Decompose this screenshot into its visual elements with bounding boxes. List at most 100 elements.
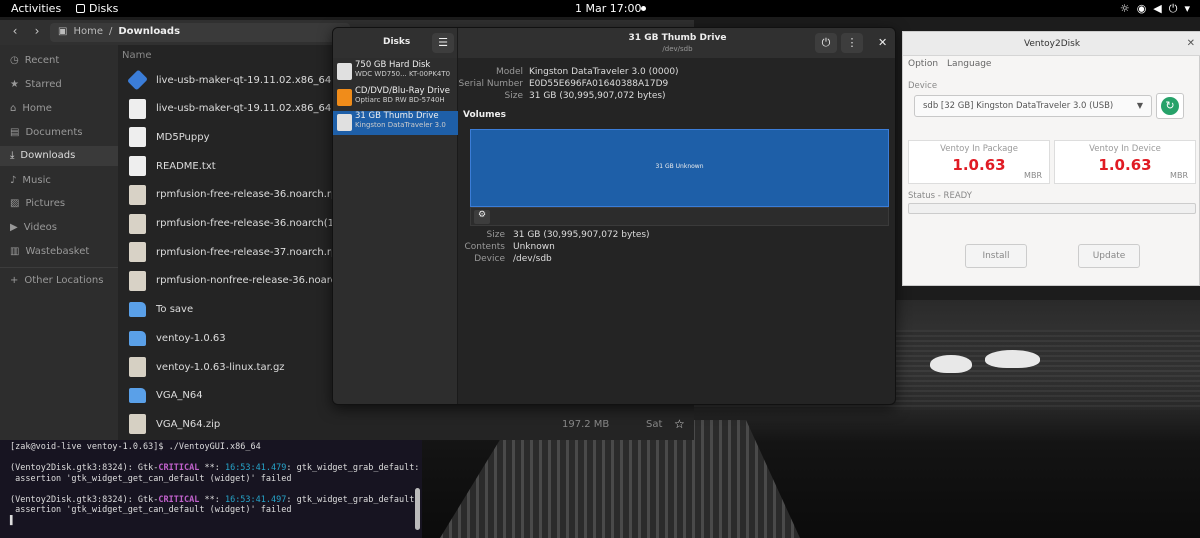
star-icon: ★ [10,79,19,90]
sidebar-item-pictures[interactable]: ▨ Pictures [10,198,65,209]
breadcrumb-home[interactable]: Home [73,26,103,39]
power-off-button[interactable]: ⏻ [815,33,837,53]
breadcrumb-separator: / [108,26,113,37]
clock[interactable]: 1 Mar 17:00 [575,2,641,15]
activities-button[interactable]: Activities [11,2,61,15]
terminal-error-1: (Ventoy2Disk.gtk3:8324): Gtk-CRITICAL **… [10,463,420,473]
terminal-line-1: [zak@void-live ventoy-1.0.63]$ ./VentoyG… [10,442,261,452]
sidebar-item-music[interactable]: ♪ Music [10,175,51,186]
drive-menu-button[interactable]: ⋮ [841,33,863,53]
power-icon[interactable]: ⏻ [1169,2,1178,16]
file-name: rpmfusion-free-release-37.noarch.rpm [156,246,348,258]
partition-contents-value: Unknown [513,242,555,252]
progress-bar [908,203,1196,214]
menu-language[interactable]: Language [947,59,991,69]
back-button[interactable]: ‹ [5,24,25,41]
status-label: Status - READY [908,191,972,201]
application-icon [127,69,148,91]
size-value: 31 GB (30,995,907,072 bytes) [529,91,666,101]
sidebar-item-home[interactable]: ⌂ Home [10,103,52,114]
package-label: Ventoy In Package [940,144,1018,154]
close-icon[interactable]: ✕ [1187,32,1195,56]
text-file-icon [129,156,146,177]
text-file-icon [129,98,146,119]
volume-partition[interactable]: 31 GB Unknown [470,129,889,207]
file-date: Sat [646,418,663,430]
wifi-icon[interactable]: ◉ [1137,2,1147,16]
notification-dot [641,6,646,11]
install-button[interactable]: Install [965,244,1027,268]
top-bar: Activities Disks 1 Mar 17:00 ☼ ◉ ◀ ⏻ ▾ [0,0,1200,17]
folder-icon: ▣ [58,26,68,37]
sidebar-item-downloads[interactable]: ⤓ Downloads [0,146,118,166]
serial-value: E0D55E696FA01640388A17D9 [529,79,669,89]
column-header-name[interactable]: Name [122,50,152,61]
sidebar-item-label: Wastebasket [25,246,90,257]
partition-size-value: 31 GB (30,995,907,072 bytes) [513,230,650,240]
package-icon [129,242,146,263]
sidebar-item-documents[interactable]: ▤ Documents [10,127,82,138]
folder-icon [129,302,146,318]
swan-1 [930,355,972,373]
video-icon: ▶ [10,222,18,233]
package-icon [129,184,146,205]
sidebar-item-wastebasket[interactable]: ▥ Wastebasket [10,246,89,257]
plus-icon: + [10,275,19,286]
terminal-assert-1: assertion 'gtk_widget_get_can_default (w… [10,473,292,484]
terminal[interactable]: [zak@void-live ventoy-1.0.63]$ ./VentoyG… [0,440,422,538]
menu-option[interactable]: Option [908,59,938,69]
close-icon[interactable]: ✕ [878,36,887,49]
home-icon: ⌂ [10,103,17,114]
sidebar-item-label: Documents [25,127,83,138]
partition-contents-label: Contents [464,242,505,252]
files-sidebar: ◷ Recent ★ Starred ⌂ Home ▤ Documents ⤓ Downloads… [0,45,118,440]
device-select[interactable]: sdb [32 GB] Kingston DataTraveler 3.0 (U… [914,95,1152,117]
device-partition-style: MBR [1170,171,1188,180]
sidebar-item-label: Home [22,103,52,114]
serial-label: Serial Number [458,79,523,89]
star-icon[interactable]: ☆ [674,417,685,431]
volume-icon[interactable]: ◀ [1153,2,1161,16]
menu-button[interactable]: ☰ [432,33,454,53]
sidebar-item-videos[interactable]: ▶ Videos [10,222,57,233]
update-button[interactable]: Update [1078,244,1140,268]
app-menu[interactable]: Disks [76,2,118,15]
file-name: MD5Puppy [156,131,210,143]
device-select-value: sdb [32 GB] Kingston DataTraveler 3.0 (U… [923,101,1114,111]
sidebar-item-label: Recent [24,55,60,66]
music-icon: ♪ [10,175,17,186]
file-name: To save [156,304,194,316]
breadcrumb-current[interactable]: Downloads [118,26,180,39]
folder-icon [129,388,146,404]
clock-icon: ◷ [10,55,19,66]
terminal-assert-2: assertion 'gtk_widget_get_can_default (w… [10,505,292,515]
sidebar-item-recent[interactable]: ◷ Recent [10,55,59,66]
breadcrumb: ▣ Home / Downloads [50,23,350,42]
ventoy-menubar: Option Language [908,59,991,69]
disks-window: Disks ☰ 31 GB Thumb Drive /dev/sdb ⏻ ⋮ ✕… [332,27,896,405]
disks-header: 31 GB Thumb Drive /dev/sdb ⏻ ⋮ ✕ [458,28,895,58]
sidebar-item-label: Videos [23,222,57,233]
ventoy-title: Ventoy2Disk [1023,39,1081,49]
partition-size-label: Size [486,230,505,240]
file-name: README.txt [156,160,216,172]
sidebar-divider [0,267,118,268]
drive-icon [337,63,352,80]
file-name: VGA_N64.zip [156,418,221,430]
system-tray[interactable]: ☼ ◉ ◀ ⏻ ▾ [1120,2,1190,16]
file-row[interactable]: VGA_N64.zip 197.2 MB Sat ☆ [118,410,694,438]
forward-button[interactable]: › [27,24,47,41]
archive-icon [129,357,146,377]
sidebar-item-label: Music [22,175,51,186]
file-name: rpmfusion-free-release-36.noarch.rpm [156,189,348,201]
drive-item[interactable]: 31 GB Thumb Drive Kingston DataTraveler 3… [333,111,458,135]
sidebar-item-starred[interactable]: ★ Starred [10,79,62,90]
sidebar-item-other-locations[interactable]: + Other Locations [10,275,103,286]
accessibility-icon[interactable]: ☼ [1120,2,1130,16]
partition-options-button[interactable]: ⚙ [474,210,490,224]
refresh-button[interactable]: ↻ [1156,93,1184,119]
chevron-down-icon[interactable]: ▾ [1184,2,1190,16]
model-label: Model [495,67,523,77]
text-file-icon [129,127,146,148]
terminal-scrollbar[interactable] [415,488,420,530]
